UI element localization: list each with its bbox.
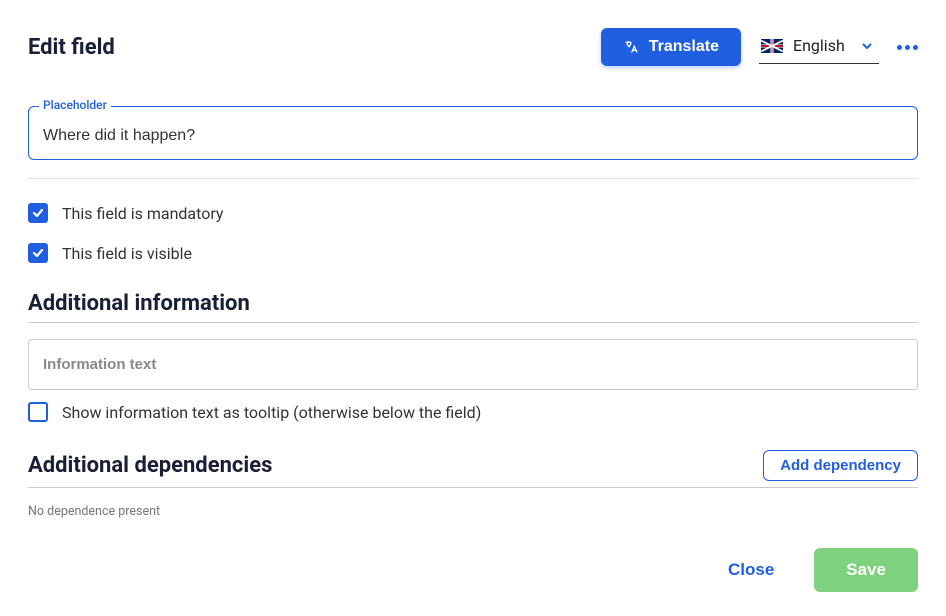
mandatory-checkbox-row: This field is mandatory — [28, 203, 918, 223]
placeholder-fieldset: Placeholder — [28, 106, 918, 160]
dot-icon — [905, 45, 910, 50]
placeholder-input[interactable] — [43, 127, 903, 145]
caret-down-icon — [861, 40, 873, 52]
information-text-input[interactable] — [28, 339, 918, 390]
visible-checkbox[interactable] — [28, 243, 48, 263]
language-select[interactable]: English — [759, 30, 879, 64]
divider — [28, 178, 918, 179]
mandatory-label: This field is mandatory — [62, 204, 223, 223]
check-icon — [31, 246, 45, 260]
header: Edit field Translate English — [28, 28, 918, 66]
additional-info-title: Additional information — [28, 291, 250, 316]
check-icon — [31, 206, 45, 220]
dot-icon — [897, 45, 902, 50]
tooltip-checkbox-row: Show information text as tooltip (otherw… — [28, 402, 918, 422]
tooltip-checkbox[interactable] — [28, 402, 48, 422]
flag-uk-icon — [761, 39, 783, 53]
dependencies-title: Additional dependencies — [28, 453, 272, 478]
dot-icon — [913, 45, 918, 50]
page-title: Edit field — [28, 35, 115, 60]
translate-button[interactable]: Translate — [601, 28, 741, 66]
dependencies-empty-message: No dependence present — [28, 504, 918, 519]
save-button[interactable]: Save — [814, 548, 918, 592]
mandatory-checkbox[interactable] — [28, 203, 48, 223]
tooltip-label: Show information text as tooltip (otherw… — [62, 403, 481, 422]
visible-checkbox-row: This field is visible — [28, 243, 918, 263]
language-label: English — [793, 36, 851, 55]
close-button[interactable]: Close — [712, 550, 790, 590]
visible-label: This field is visible — [62, 244, 192, 263]
dependencies-header: Additional dependencies Add dependency — [28, 450, 918, 488]
additional-info-header: Additional information — [28, 291, 918, 323]
placeholder-field-label: Placeholder — [39, 98, 111, 112]
translate-label: Translate — [649, 38, 719, 56]
more-menu-button[interactable] — [897, 45, 918, 50]
add-dependency-button[interactable]: Add dependency — [763, 450, 918, 481]
translate-icon — [623, 39, 639, 55]
header-actions: Translate English — [601, 28, 918, 66]
footer-actions: Close Save — [712, 548, 918, 592]
